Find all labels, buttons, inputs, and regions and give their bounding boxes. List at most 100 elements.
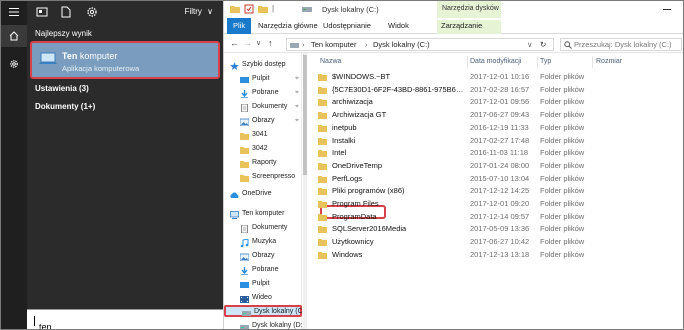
nav-item[interactable]: Ten komputer [224,209,302,221]
properties-icon[interactable] [244,4,254,14]
nav-item[interactable]: Szybki dostęp [224,60,302,72]
best-result-item[interactable]: Ten komputer Aplikacja komputerowa [30,41,220,79]
tab-home[interactable]: Narzędzia główne [254,20,322,34]
nav-item[interactable]: Obrazy [224,251,302,263]
file-row[interactable]: OneDriveTemp 2017-01-24 08:00 Folder plikó… [312,160,683,172]
new-folder-icon[interactable] [258,4,268,14]
file-date: 2017-02-28 16:57 [470,84,530,94]
column-header-size[interactable]: Rozmiar [596,58,622,65]
address-bar[interactable]: › Ten komputer › Dysk lokalny (C:) ∨ ↻ [286,38,554,51]
folder-icon [318,162,327,170]
nav-item[interactable]: Pobrane ⌖ [224,88,302,100]
file-row[interactable]: PerfLogs 2015-07-10 13:04 Folder plików [312,173,683,185]
settings-filter-icon[interactable] [86,6,98,18]
column-header-date[interactable]: Data modyfikacji [470,58,521,65]
nav-item[interactable]: Dysk lokalny (D:) [224,321,305,329]
file-type: Folder plików [540,186,585,196]
category-settings[interactable]: Ustawienia (3) [35,84,89,93]
folder-icon [318,251,327,259]
filters-dropdown[interactable]: Filtry ∨ [185,7,213,16]
folder-icon [230,6,240,13]
tab-view[interactable]: Widok [384,20,413,34]
minimize-icon[interactable] [662,4,672,14]
recent-locations-chevron-icon[interactable]: ∨ [256,39,261,47]
column-divider[interactable] [467,56,468,68]
category-documents[interactable]: Dokumenty (1+) [35,102,95,111]
screen: Filtry ∨ Najlepszy wynik Ten komputer Ap… [0,0,684,330]
folder-icon [318,239,327,247]
file-row[interactable]: archiwizacja 2017-12-01 09:56 Folder plikó… [312,96,683,108]
nav-item[interactable]: Pulpit ⌖ [224,74,302,86]
nav-item[interactable]: 3041 [224,130,302,142]
settings-button[interactable] [1,53,27,75]
tab-share[interactable]: Udostępnianie [319,20,375,34]
search-query: ten [33,316,52,329]
home-button[interactable] [1,25,27,47]
file-row[interactable]: {5C7E30D1-6F2F-43BD-8861-975B6A57AF...20… [312,84,683,96]
computer-icon [230,211,239,219]
file-row[interactable]: Intel 2016-11-03 11:18 Folder plików [312,147,683,159]
hamburger-menu-button[interactable] [1,1,27,23]
context-tab-group-label: Narzędzia dysków [442,5,499,12]
desktop-icon [240,77,249,83]
back-arrow-icon[interactable]: ← [230,38,239,48]
file-type: Folder plików [540,72,585,81]
forward-arrow-icon[interactable]: → [243,38,252,48]
nav-item[interactable]: Pulpit [224,279,302,291]
column-header-name[interactable]: Nazwa [320,58,341,65]
file-row[interactable]: Użytkownicy 2017-06-27 10:42 Folder plików [312,236,683,248]
file-row[interactable]: ProgramData 2017-12-14 09:57 Folder plików [312,211,683,223]
pin-icon: ⌖ [295,117,299,124]
documents-filter-icon[interactable] [60,6,72,18]
nav-item[interactable]: Obrazy ⌖ [224,116,302,128]
column-header-type[interactable]: Typ [540,58,551,65]
file-row[interactable]: Archiwizacja GT 2017-06-27 09:43 Folder pl… [312,109,683,121]
tab-manage[interactable]: Zarządzanie [437,20,501,34]
folder-icon [318,112,327,120]
nav-item-label: Pobrane [252,89,279,96]
nav-item[interactable]: Raporty [224,158,302,170]
file-type: Folder plików [540,224,585,234]
chevron-down-icon[interactable]: ∨ [527,40,533,49]
column-divider[interactable] [537,56,538,68]
refresh-icon[interactable]: ↻ [540,40,546,49]
up-arrow-icon[interactable]: ↑ [268,38,273,48]
breadcrumb-item[interactable]: Ten komputer [311,40,356,49]
file-name: Intel [332,148,347,158]
file-date: 2017-05-09 13:36 [470,224,530,234]
download-icon [241,267,248,275]
nav-item[interactable]: Screenpresso [224,172,302,184]
nav-item[interactable]: Pobrane [224,265,302,277]
breadcrumb-item[interactable]: Dysk lokalny (C:) [373,40,430,49]
nav-item[interactable]: Dokumenty ⌖ [224,102,302,114]
file-name: inetpub [332,122,357,132]
scrollbar-thumb[interactable] [303,55,307,175]
column-divider[interactable] [592,56,593,68]
file-date: 2016-12-19 11:33 [470,122,529,132]
nav-item-selected-drive[interactable]: Dysk lokalny (C:) [224,305,307,317]
file-row[interactable]: Windows 2017-12-13 13:18 Folder plików [312,249,683,261]
nav-item[interactable]: 3042 [224,144,302,156]
apps-filter-icon[interactable] [36,6,48,18]
nav-item[interactable]: OneDrive [224,189,302,201]
tab-file[interactable]: Plik [227,18,252,34]
nav-item[interactable]: Wideo [224,293,302,305]
folder-icon [318,74,327,81]
file-row[interactable]: Program Files 2017-12-01 09:20 Folder plik… [312,198,683,210]
explorer-search-input[interactable]: Przeszukaj: Dysk lokalny (C:) [560,38,682,51]
file-row[interactable]: Pliki programów (x86) 2017-12-12 14:25 Fol… [312,185,683,197]
file-row[interactable]: $WINDOWS.~BT 2017-12-01 10:16 Folder plikó… [312,71,683,83]
search-input[interactable]: ten [27,309,223,329]
star-icon [230,62,239,70]
nav-item-label: Obrazy [252,252,275,259]
navigation-pane-scrollbar[interactable] [303,53,307,329]
file-row[interactable]: inetpub 2016-12-19 11:33 Folder plików [312,122,683,134]
file-date: 2017-12-01 09:20 [470,199,530,208]
file-date: 2017-12-01 10:16 [470,72,530,81]
nav-item[interactable]: Muzyka [224,237,302,249]
file-row[interactable]: SQLServer2016Media 2017-05-09 13:36 Folder… [312,223,683,235]
file-name: Archiwizacja GT [332,110,387,120]
nav-item[interactable]: Dokumenty [224,223,302,235]
cloud-icon [230,192,239,198]
file-row[interactable]: Instalki 2017-02-27 17:48 Folder plików [312,135,683,147]
